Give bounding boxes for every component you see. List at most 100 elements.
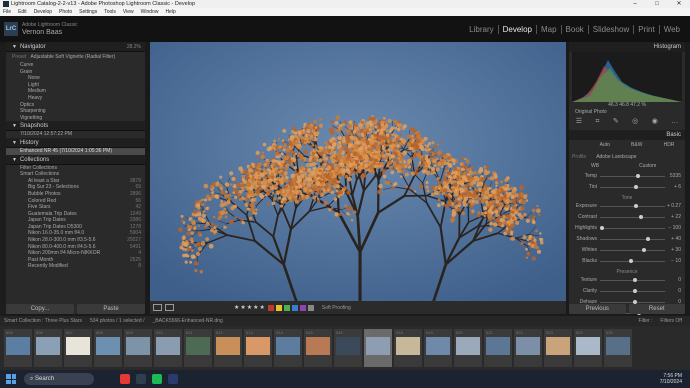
filmstrip-thumbnail[interactable]: 509 [124, 329, 152, 367]
filmstrip-thumbnail[interactable]: 505 [4, 329, 32, 367]
filmstrip-thumbnail[interactable]: 513 [244, 329, 272, 367]
slider-whites[interactable]: Whites + 30 [569, 247, 685, 255]
filmstrip-thumbnail[interactable]: 507 [64, 329, 92, 367]
reset-button[interactable]: Reset [628, 304, 685, 314]
collection-item[interactable]: Big Sur 23 - Selections 69 [6, 184, 145, 191]
slider-track[interactable] [600, 215, 665, 220]
filmstrip-thumbnail[interactable]: 521 [484, 329, 512, 367]
histogram-header[interactable]: Histogram [569, 42, 685, 52]
menu-tools[interactable]: Tools [104, 9, 116, 15]
module-web[interactable]: Web [660, 25, 684, 34]
collection-item[interactable]: Japan Trip Dates 3386 [6, 217, 145, 224]
slider-knob[interactable] [629, 259, 634, 264]
slider-contrast[interactable]: Contrast + 22 [569, 214, 685, 222]
collection-item[interactable]: Japan Trip Dates D5300 1278 [6, 224, 145, 231]
photo-canvas[interactable] [150, 42, 566, 301]
preset-item[interactable]: None [6, 75, 145, 82]
collection-item[interactable]: Nikon 200mm f/4 Micro-NIKKOR 4 [6, 250, 145, 257]
slider-knob[interactable] [633, 185, 638, 190]
slider-knob[interactable] [645, 237, 650, 242]
module-library[interactable]: Library [465, 24, 499, 34]
edit-sliders-icon[interactable]: ☰ [576, 118, 582, 126]
color-label-swatch[interactable] [267, 304, 274, 311]
collection-item[interactable]: Past Month 2525 [6, 257, 145, 264]
slider-shadows[interactable]: Shadows + 40 [569, 236, 685, 244]
filmstrip-thumbnail[interactable]: 522 [514, 329, 542, 367]
menu-view[interactable]: View [123, 9, 134, 15]
maximize-button[interactable]: □ [646, 0, 668, 8]
slider-track[interactable] [600, 204, 665, 209]
filmstrip-thumbnail[interactable]: 525 [604, 329, 632, 367]
menu-settings[interactable]: Settings [79, 9, 97, 15]
minimize-button[interactable]: – [624, 0, 646, 8]
collection-item[interactable]: Smart Collections [6, 171, 145, 178]
more-tools-icon[interactable]: … [671, 118, 678, 126]
before-after-icon[interactable] [165, 304, 174, 311]
slider-track[interactable] [600, 226, 665, 231]
slider-track[interactable] [600, 289, 665, 294]
collection-item[interactable]: Guatemala Trip Dates 1249 [6, 211, 145, 218]
module-map[interactable]: Map [537, 24, 562, 34]
slider-track[interactable] [600, 237, 665, 242]
module-develop[interactable]: Develop [499, 24, 537, 34]
slider-knob[interactable] [635, 174, 640, 179]
hdr-button[interactable]: HDR [664, 142, 675, 150]
taskbar-app-icon[interactable] [136, 374, 146, 384]
slider-tint[interactable]: Tint + 6 [569, 184, 685, 192]
slider-blacks[interactable]: Blacks − 10 [569, 258, 685, 266]
history-item[interactable]: Enhanced NR 45 (7/10/2024 1:05:36 PM) [6, 147, 145, 155]
menu-develop[interactable]: Develop [34, 9, 52, 15]
collection-item[interactable]: Nikon 16.0-35.0 mm f/4.0 5904 [6, 230, 145, 237]
preset-row[interactable]: Preset Adjustable Soft Vignette (Radial … [6, 52, 145, 62]
slider-knob[interactable] [632, 289, 637, 294]
close-button[interactable]: ✕ [668, 0, 690, 8]
filmstrip-thumbnail[interactable]: 508 [94, 329, 122, 367]
previous-button[interactable]: Previous [569, 304, 626, 314]
filmstrip-thumbnail[interactable]: 514 [274, 329, 302, 367]
preset-group[interactable]: Optics [6, 102, 145, 109]
slider-track[interactable] [600, 248, 665, 253]
slider-texture[interactable]: Texture 0 [569, 277, 685, 285]
slider-knob[interactable] [634, 204, 639, 209]
slider-knob[interactable] [632, 278, 637, 283]
preset-item[interactable]: Medium [6, 88, 145, 95]
taskbar-app-icon[interactable] [120, 374, 130, 384]
module-print[interactable]: Print [634, 24, 660, 34]
snapshots-header[interactable]: ▼ Snapshots [6, 121, 145, 132]
preset-group[interactable]: Curve [6, 62, 145, 69]
preset-group[interactable]: Vignetting [6, 115, 145, 122]
wb-row[interactable]: WB Custom [569, 163, 685, 171]
module-slideshow[interactable]: Slideshow [589, 24, 635, 34]
collection-item[interactable]: Filter Collections [6, 165, 145, 172]
slider-track[interactable] [600, 278, 665, 283]
color-label-swatch[interactable] [275, 304, 282, 311]
rating-stars[interactable]: ★★★★★ [234, 304, 266, 311]
preset-item[interactable]: Heavy [6, 95, 145, 102]
collection-item[interactable]: Recently Modified 8 [6, 263, 145, 270]
slider-knob[interactable] [639, 215, 643, 220]
slider-track[interactable] [600, 185, 665, 190]
paste-button[interactable]: Paste [77, 304, 145, 314]
filmstrip-thumbnail[interactable]: 524 [574, 329, 602, 367]
filmstrip-thumbnail[interactable]: 511 [184, 329, 212, 367]
color-label-swatch[interactable] [299, 304, 306, 311]
loupe-view-icon[interactable] [153, 304, 162, 311]
filmstrip-thumbnail[interactable]: 515 [304, 329, 332, 367]
copy-button[interactable]: Copy... [6, 304, 74, 314]
soft-proofing-toggle[interactable]: Soft Proofing [322, 305, 351, 311]
filmstrip-thumbnail[interactable]: 523 [544, 329, 572, 367]
menu-photo[interactable]: Photo [59, 9, 72, 15]
filter-value[interactable]: Filters Off [660, 318, 682, 324]
collection-item[interactable]: Bubble Photos 2896 [6, 191, 145, 198]
slider-highlights[interactable]: Highlights − 100 [569, 225, 685, 233]
windows-start-icon[interactable] [6, 374, 16, 384]
collection-item[interactable]: Five Stars 42 [6, 204, 145, 211]
preset-group[interactable]: Grain [6, 69, 145, 76]
taskbar-app-icon[interactable] [168, 374, 178, 384]
collection-item[interactable]: Colored Red 56 [6, 198, 145, 205]
slider-knob[interactable] [642, 248, 647, 253]
filmstrip-thumbnail[interactable]: 516 [334, 329, 362, 367]
slider-exposure[interactable]: Exposure + 0.27 [569, 203, 685, 211]
filmstrip-source[interactable]: Smart Collection : Three Plus Stars [4, 318, 82, 324]
collection-item[interactable]: Nikon 80.0-400.0 mm f/4.5-5.6 5491 [6, 244, 145, 251]
